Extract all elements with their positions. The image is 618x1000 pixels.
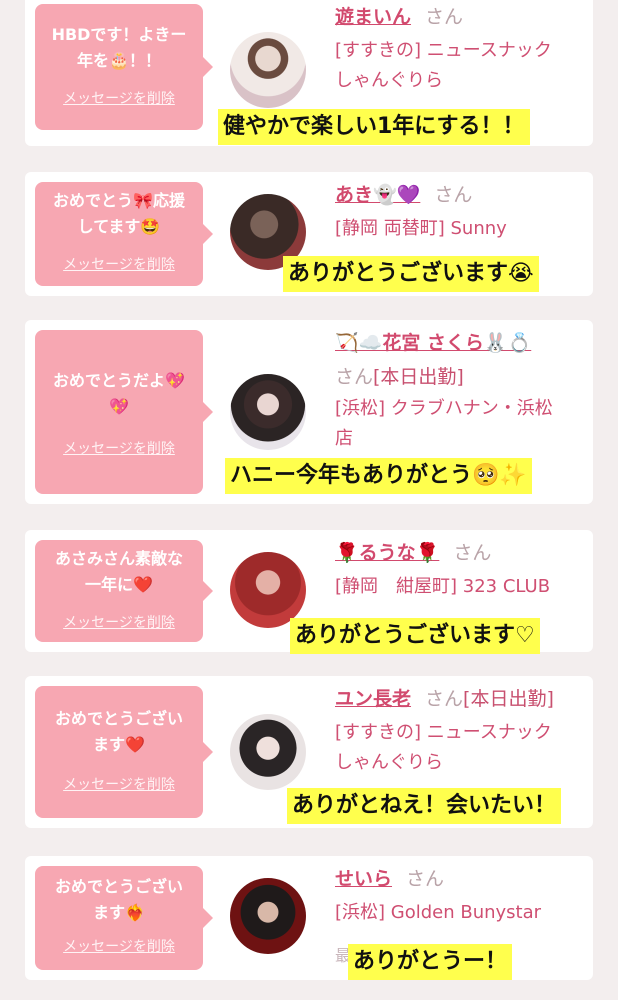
message-line: あさみさん素敵な — [54, 549, 183, 568]
cast-name-link[interactable]: 遊まいん — [335, 6, 411, 28]
message-text: あさみさん素敵な 一年に❤️ — [35, 540, 203, 598]
message-bubble: あさみさん素敵な 一年に❤️ メッセージを削除 — [35, 540, 213, 642]
reply-caption: ありがとうございます♡ — [290, 618, 540, 654]
shop-line: [静岡 両替町] Sunny — [335, 218, 507, 239]
shop-line: [すすきの] ニュースナック — [335, 722, 552, 743]
message-text: おめでとうござい ます❤️‍🔥 — [35, 866, 203, 926]
message-line: ます❤️ — [93, 735, 145, 754]
shop-line: [浜松] クラブハナン・浜松 — [335, 398, 553, 419]
avatar[interactable] — [230, 374, 306, 450]
shop-line: [静岡 紺屋町] 323 CLUB — [335, 576, 551, 597]
reply-caption: 健やかで楽しい1年にする！！ — [218, 109, 530, 145]
cast-name-link[interactable]: 🏹☁️花宮 さくら🐰💍 — [335, 332, 531, 354]
shop-info[interactable]: [静岡 紺屋町] 323 CLUB — [335, 572, 590, 602]
message-line: 年を🎂！！ — [77, 51, 161, 70]
message-line: おめでとうござい — [54, 877, 183, 896]
message-bubble: おめでとう🎀応援 してます🤩 メッセージを削除 — [35, 182, 213, 286]
delete-message-link[interactable]: メッセージを削除 — [35, 774, 203, 794]
message-bubble: おめでとうだよ💖 💖 メッセージを削除 — [35, 330, 213, 494]
message-text: HBDです！よきー 年を🎂！！ — [35, 4, 203, 74]
cast-name-link[interactable]: 🌹るうな🌹 — [335, 542, 439, 564]
reply-caption: ありがとうー！ — [348, 944, 513, 980]
shop-line: [浜松] Golden Bunystar — [335, 902, 542, 923]
reply-caption: ハニー今年もありがとう🥺✨ — [225, 458, 532, 494]
honorific: さん — [335, 366, 374, 388]
avatar[interactable] — [230, 714, 306, 790]
shop-info[interactable]: [浜松] Golden Bunystar — [335, 898, 590, 928]
honorific: さん — [453, 542, 492, 564]
reply-caption: ありがとうございます😭 — [283, 256, 539, 292]
message-line: 一年に❤️ — [85, 575, 153, 594]
status-badge: [本日出勤] — [463, 688, 554, 710]
honorific: さん — [434, 184, 473, 206]
cast-name-row: 遊まいん さん — [335, 2, 463, 32]
message-text: おめでとうござい ます❤️ — [35, 686, 203, 758]
cast-name-link[interactable]: ユン長老 — [335, 688, 411, 710]
message-bubble: おめでとうござい ます❤️‍🔥 メッセージを削除 — [35, 866, 213, 970]
status-badge: [本日出勤] — [373, 366, 464, 388]
cast-name-row: 🏹☁️花宮 さくら🐰💍 — [335, 328, 531, 358]
shop-info[interactable]: [静岡 両替町] Sunny — [335, 214, 590, 244]
message-line: おめでとうござい — [54, 709, 183, 728]
cast-name-link[interactable]: あき👻💜 — [335, 184, 420, 206]
reply-caption: ありがとねえ！会いたい！ — [287, 788, 562, 824]
cast-name-row: せいら さん — [335, 864, 444, 894]
shop-line: 店 — [335, 428, 353, 449]
message-line: 💖 — [109, 397, 129, 416]
delete-message-link[interactable]: メッセージを削除 — [35, 612, 203, 632]
message-text: おめでとう🎀応援 してます🤩 — [35, 182, 203, 240]
message-bubble: おめでとうござい ます❤️ メッセージを削除 — [35, 686, 213, 818]
message-line: HBDです！よきー — [51, 25, 187, 44]
honorific: さん — [425, 688, 464, 710]
message-line: おめでとうだよ💖 — [53, 371, 185, 390]
delete-message-link[interactable]: メッセージを削除 — [35, 936, 203, 956]
cast-name-link[interactable]: せいら — [335, 868, 392, 890]
shop-info[interactable]: [浜松] クラブハナン・浜松 店 — [335, 394, 590, 454]
shop-info[interactable]: [すすきの] ニュースナック しゃんぐりら — [335, 36, 590, 96]
avatar[interactable] — [230, 32, 306, 108]
shop-line: [すすきの] ニュースナック — [335, 40, 552, 61]
message-line: ます❤️‍🔥 — [93, 903, 145, 922]
cast-name-row: ユン長老 さん[本日出勤] — [335, 684, 554, 714]
avatar[interactable] — [230, 878, 306, 954]
honorific: さん — [406, 868, 445, 890]
shop-info[interactable]: [すすきの] ニュースナック しゃんぐりら — [335, 718, 590, 778]
message-bubble: HBDです！よきー 年を🎂！！ メッセージを削除 — [35, 4, 213, 130]
cast-name-row: 🌹るうな🌹 さん — [335, 538, 491, 568]
delete-message-link[interactable]: メッセージを削除 — [35, 438, 203, 458]
avatar[interactable] — [230, 552, 306, 628]
honorific: さん — [425, 6, 464, 28]
message-text: おめでとうだよ💖 💖 — [35, 330, 203, 420]
message-line: してます🤩 — [77, 217, 161, 236]
cast-status-row: さん[本日出勤] — [335, 362, 464, 392]
cast-name-row: あき👻💜 さん — [335, 180, 472, 210]
message-line: おめでとう🎀応援 — [53, 191, 185, 210]
shop-line: しゃんぐりら — [335, 752, 443, 773]
delete-message-link[interactable]: メッセージを削除 — [35, 254, 203, 274]
shop-line: しゃんぐりら — [335, 70, 443, 91]
delete-message-link[interactable]: メッセージを削除 — [35, 88, 203, 108]
